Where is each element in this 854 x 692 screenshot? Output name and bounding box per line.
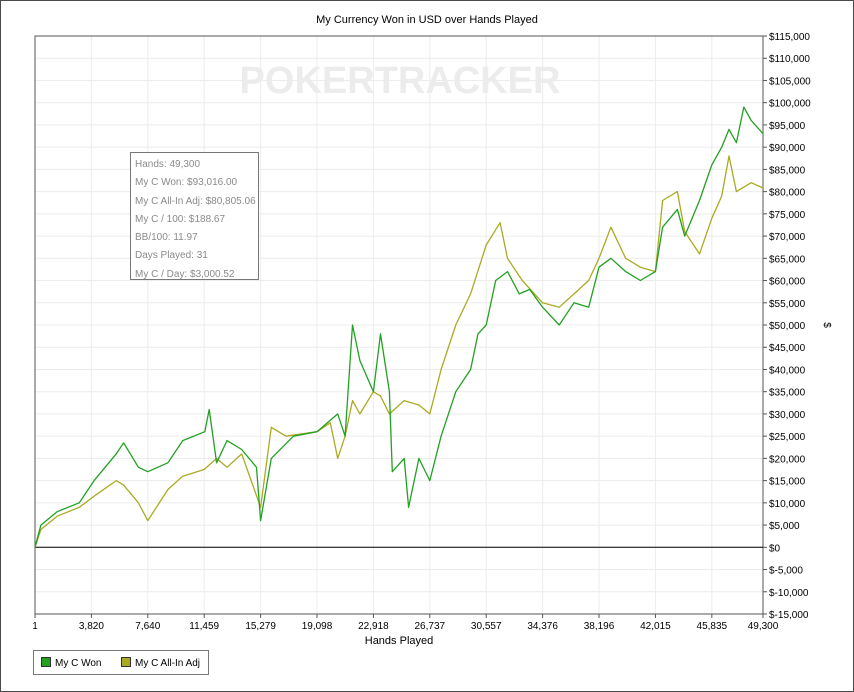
y-tick-label: $55,000 bbox=[769, 299, 806, 310]
y-tick-label: $80,000 bbox=[769, 188, 806, 199]
chart-svg: My Currency Won in USD over Hands Played… bbox=[32, 14, 832, 647]
y-tick-label: $45,000 bbox=[769, 343, 806, 354]
y-tick-label: $75,000 bbox=[769, 210, 806, 221]
y-tick-label: $50,000 bbox=[769, 321, 806, 332]
y-tick-label: $5,000 bbox=[769, 521, 800, 532]
y-tick-label: $60,000 bbox=[769, 277, 806, 288]
x-axis: 1 3,820 7,640 11,459 15,279 19,098 22,918 26,73… bbox=[32, 614, 779, 632]
x-tick-label: 26,737 bbox=[415, 621, 446, 632]
x-tick-label: 1 bbox=[32, 621, 38, 632]
chart-title: My Currency Won in USD over Hands Played bbox=[316, 14, 538, 26]
legend-swatch-won bbox=[41, 657, 51, 667]
grid bbox=[34, 35, 764, 615]
y-tick-label: $115,000 bbox=[769, 32, 810, 43]
y-tick-label: $-10,000 bbox=[769, 588, 809, 599]
y-tick-label: $95,000 bbox=[769, 121, 806, 132]
legend-item-won[interactable]: My C Won bbox=[41, 657, 102, 669]
y-axis-label: $ bbox=[821, 322, 832, 328]
tooltip-perday: My C / Day: $3,000.52 bbox=[135, 268, 235, 280]
stats-tooltip: Hands: 49,300 My C Won: $93,016.00 My C … bbox=[130, 152, 259, 280]
legend-swatch-allin bbox=[121, 657, 131, 667]
tooltip-per100: My C / 100: $188.67 bbox=[135, 213, 226, 225]
tooltip-allin: My C All-In Adj: $80,805.06 bbox=[135, 195, 256, 207]
y-tick-label: $65,000 bbox=[769, 254, 806, 265]
tooltip-days: Days Played: 31 bbox=[135, 250, 208, 262]
x-tick-label: 3,820 bbox=[79, 621, 104, 632]
x-tick-label: 19,098 bbox=[302, 621, 333, 632]
x-tick-label: 38,196 bbox=[584, 621, 615, 632]
y-tick-label: $100,000 bbox=[769, 99, 811, 110]
x-axis-label: Hands Played bbox=[365, 635, 434, 647]
y-tick-label: $40,000 bbox=[769, 365, 806, 376]
x-tick-label: 49,300 bbox=[748, 621, 779, 632]
y-tick-label: $20,000 bbox=[769, 454, 806, 465]
x-tick-label: 34,376 bbox=[527, 621, 558, 632]
legend: My C Won My C All-In Adj bbox=[33, 650, 209, 675]
x-tick-label: 7,640 bbox=[135, 621, 160, 632]
y-tick-label: $90,000 bbox=[769, 143, 806, 154]
tooltip-won: My C Won: $93,016.00 bbox=[135, 177, 238, 189]
y-tick-label: $25,000 bbox=[769, 432, 806, 443]
y-tick-label: $0 bbox=[769, 543, 781, 554]
y-tick-label: $30,000 bbox=[769, 410, 806, 421]
y-tick-label: $-15,000 bbox=[769, 610, 809, 621]
y-tick-label: $35,000 bbox=[769, 388, 806, 399]
x-tick-label: 15,279 bbox=[245, 621, 276, 632]
legend-item-allin[interactable]: My C All-In Adj bbox=[121, 657, 200, 669]
tooltip-hands: Hands: 49,300 bbox=[135, 159, 201, 170]
x-tick-label: 22,918 bbox=[358, 621, 389, 632]
legend-label-won: My C Won bbox=[55, 658, 102, 669]
y-tick-label: $15,000 bbox=[769, 477, 806, 488]
y-tick-label: $110,000 bbox=[769, 54, 810, 65]
x-tick-label: 45,835 bbox=[697, 621, 728, 632]
y-tick-label: $85,000 bbox=[769, 165, 806, 176]
x-tick-label: 42,015 bbox=[640, 621, 671, 632]
x-tick-label: 30,557 bbox=[471, 621, 502, 632]
x-tick-label: 11,459 bbox=[189, 621, 219, 632]
y-tick-label: $-5,000 bbox=[769, 566, 803, 577]
legend-label-allin: My C All-In Adj bbox=[135, 658, 201, 669]
watermark-text: POKERTRACKER bbox=[240, 60, 561, 102]
y-tick-label: $70,000 bbox=[769, 232, 806, 243]
y-tick-label: $105,000 bbox=[769, 76, 811, 87]
y-axis: $115,000 $110,000 $105,000 $100,000 $95,000 $… bbox=[763, 32, 811, 621]
chart-window: My Currency Won in USD over Hands Played… bbox=[0, 0, 854, 692]
tooltip-bb100: BB/100: 11.97 bbox=[135, 232, 198, 244]
y-tick-label: $10,000 bbox=[769, 499, 806, 510]
